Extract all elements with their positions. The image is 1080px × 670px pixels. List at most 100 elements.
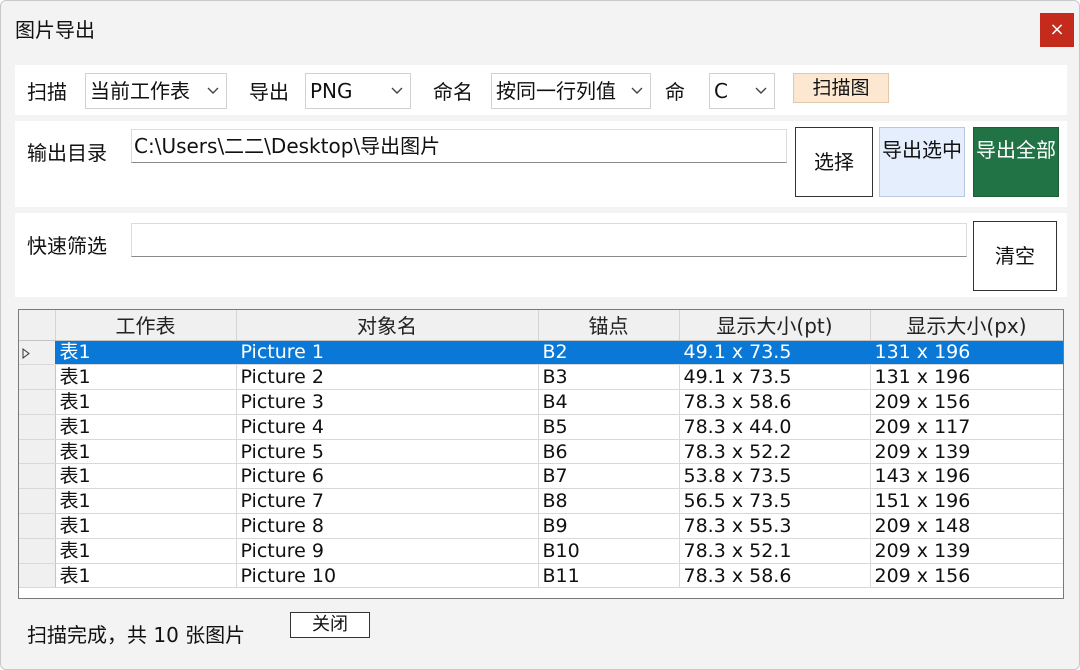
row-header[interactable] (19, 389, 56, 415)
naming-rule-select[interactable]: 按同一行列值 (491, 73, 651, 109)
table-row[interactable]: 表1 Picture 1 B2 49.1 x 73.5 131 x 196 (19, 340, 1063, 366)
cell-size-px[interactable]: 151 x 196 (870, 488, 1063, 515)
status-text: 扫描完成，共 10 张图片 (27, 623, 246, 647)
clear-filter-button[interactable]: 清空 (973, 221, 1057, 291)
table-row[interactable]: 表1 Picture 5 B6 78.3 x 52.2 209 x 139 (19, 439, 1063, 465)
cell-object-name[interactable]: Picture 1 (236, 340, 539, 366)
select-folder-button[interactable]: 选择 (795, 127, 873, 197)
cell-object-name[interactable]: Picture 7 (236, 488, 539, 515)
cell-size-px[interactable]: 209 x 148 (870, 513, 1063, 539)
table-row[interactable]: 表1 Picture 4 B5 78.3 x 44.0 209 x 117 (19, 414, 1063, 440)
table-row[interactable]: 表1 Picture 9 B10 78.3 x 52.1 209 x 139 (19, 538, 1063, 564)
cell-object-name[interactable]: Picture 8 (236, 513, 539, 539)
row-header[interactable] (19, 563, 56, 589)
cell-size-pt[interactable]: 56.5 x 73.5 (679, 488, 871, 515)
cell-size-pt[interactable]: 78.3 x 55.3 (679, 513, 871, 539)
cell-size-pt[interactable]: 78.3 x 52.2 (679, 439, 871, 465)
cell-sheet[interactable]: 表1 (55, 563, 237, 589)
table-header-row: 工作表 对象名 锚点 显示大小(pt) 显示大小(px) (19, 310, 1063, 341)
cell-object-name[interactable]: Picture 4 (236, 414, 539, 440)
table-row[interactable]: 表1 Picture 2 B3 49.1 x 73.5 131 x 196 (19, 364, 1063, 391)
cell-size-px[interactable]: 143 x 196 (870, 463, 1063, 490)
cell-sheet[interactable]: 表1 (55, 414, 237, 440)
cell-object-name[interactable]: Picture 3 (236, 389, 539, 415)
cell-sheet[interactable]: 表1 (55, 439, 237, 465)
cell-anchor[interactable]: B11 (538, 563, 680, 589)
cell-size-px[interactable]: 131 x 196 (870, 364, 1063, 391)
cell-object-name[interactable]: Picture 9 (236, 538, 539, 564)
cell-object-name[interactable]: Picture 2 (236, 364, 539, 391)
cell-size-px[interactable]: 209 x 139 (870, 538, 1063, 564)
close-button[interactable]: × (1040, 13, 1074, 47)
cell-size-px[interactable]: 209 x 156 (870, 389, 1063, 415)
cell-size-px[interactable]: 209 x 117 (870, 414, 1063, 440)
row-header[interactable] (19, 488, 56, 515)
chevron-down-icon (206, 74, 220, 108)
close-icon: × (1049, 19, 1065, 40)
cell-sheet[interactable]: 表1 (55, 513, 237, 539)
scan-label: 扫描 (27, 80, 67, 104)
cell-sheet[interactable]: 表1 (55, 340, 237, 366)
export-selected-button[interactable]: 导出选中 (879, 127, 965, 197)
row-header[interactable] (19, 439, 56, 465)
cell-size-pt[interactable]: 49.1 x 73.5 (679, 364, 871, 391)
format-select[interactable]: PNG (305, 73, 411, 109)
export-all-button[interactable]: 导出全部 (973, 127, 1059, 197)
table-row[interactable]: 表1 Picture 3 B4 78.3 x 58.6 209 x 156 (19, 389, 1063, 415)
close-dialog-button[interactable]: 关闭 (290, 612, 370, 638)
cell-anchor[interactable]: B2 (538, 340, 680, 366)
cell-sheet[interactable]: 表1 (55, 389, 237, 415)
cell-size-pt[interactable]: 78.3 x 58.6 (679, 389, 871, 415)
table-row[interactable]: 表1 Picture 6 B7 53.8 x 73.5 143 x 196 (19, 463, 1063, 490)
image-list-grid: 工作表 对象名 锚点 显示大小(pt) 显示大小(px) 表1 Picture … (18, 309, 1064, 599)
cell-anchor[interactable]: B8 (538, 488, 680, 515)
cell-size-pt[interactable]: 78.3 x 52.1 (679, 538, 871, 564)
cell-anchor[interactable]: B6 (538, 439, 680, 465)
row-pointer-icon (22, 347, 30, 359)
column-header-anchor[interactable]: 锚点 (538, 310, 680, 341)
cell-anchor[interactable]: B9 (538, 513, 680, 539)
cell-object-name[interactable]: Picture 5 (236, 439, 539, 465)
cell-anchor[interactable]: B5 (538, 414, 680, 440)
cell-anchor[interactable]: B7 (538, 463, 680, 490)
row-header[interactable] (19, 463, 56, 490)
output-directory-panel: 输出目录 C:\Users\二二\Desktop\导出图片 选择 导出选中 导出… (15, 121, 1067, 207)
scan-images-button[interactable]: 扫描图 (793, 73, 889, 103)
image-table: 工作表 对象名 锚点 显示大小(pt) 显示大小(px) 表1 Picture … (19, 310, 1063, 589)
row-header[interactable] (19, 513, 56, 539)
quick-filter-input[interactable] (131, 223, 967, 257)
row-header[interactable] (19, 414, 56, 440)
column-header-size-px[interactable]: 显示大小(px) (870, 310, 1063, 341)
cell-size-px[interactable]: 209 x 156 (870, 563, 1063, 589)
scan-scope-select[interactable]: 当前工作表 (85, 73, 227, 109)
cell-anchor[interactable]: B3 (538, 364, 680, 391)
cell-anchor[interactable]: B10 (538, 538, 680, 564)
column-header-object-name[interactable]: 对象名 (236, 310, 539, 341)
row-header[interactable] (19, 364, 56, 391)
table-row[interactable]: 表1 Picture 10 B11 78.3 x 58.6 209 x 156 (19, 563, 1063, 589)
cell-sheet[interactable]: 表1 (55, 463, 237, 490)
table-row[interactable]: 表1 Picture 8 B9 78.3 x 55.3 209 x 148 (19, 513, 1063, 539)
cell-size-pt[interactable]: 78.3 x 58.6 (679, 563, 871, 589)
row-header[interactable] (19, 538, 56, 564)
cell-size-px[interactable]: 131 x 196 (870, 340, 1063, 366)
row-header[interactable] (19, 340, 56, 366)
window-title: 图片导出 (15, 18, 95, 42)
cell-sheet[interactable]: 表1 (55, 488, 237, 515)
cell-object-name[interactable]: Picture 10 (236, 563, 539, 589)
column-header-sheet[interactable]: 工作表 (55, 310, 237, 341)
cell-size-px[interactable]: 209 x 139 (870, 439, 1063, 465)
cell-size-pt[interactable]: 49.1 x 73.5 (679, 340, 871, 366)
export-label: 导出 (249, 80, 289, 104)
cell-size-pt[interactable]: 53.8 x 73.5 (679, 463, 871, 490)
cell-object-name[interactable]: Picture 6 (236, 463, 539, 490)
table-row[interactable]: 表1 Picture 7 B8 56.5 x 73.5 151 x 196 (19, 488, 1063, 515)
chevron-down-icon (630, 74, 644, 108)
column-header-size-pt[interactable]: 显示大小(pt) (679, 310, 871, 341)
cell-sheet[interactable]: 表1 (55, 364, 237, 391)
output-path-input[interactable]: C:\Users\二二\Desktop\导出图片 (131, 129, 787, 163)
cell-size-pt[interactable]: 78.3 x 44.0 (679, 414, 871, 440)
naming-column-select[interactable]: C (709, 73, 775, 109)
cell-sheet[interactable]: 表1 (55, 538, 237, 564)
cell-anchor[interactable]: B4 (538, 389, 680, 415)
